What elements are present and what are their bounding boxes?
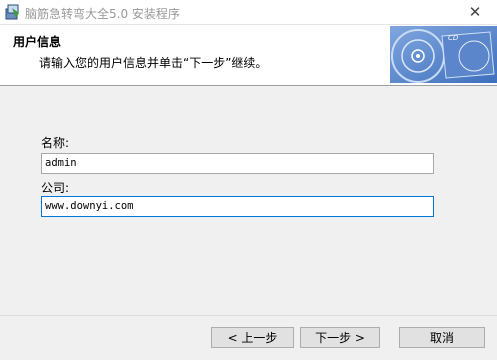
cancel-button[interactable]: 取消 <box>399 327 485 348</box>
title-bar: 脑筋急转弯大全5.0 安装程序 ✕ <box>0 0 497 25</box>
cd-banner-image: CD <box>390 26 497 83</box>
installer-icon <box>5 4 19 20</box>
footer-separator <box>0 315 497 316</box>
window-title: 脑筋急转弯大全5.0 安装程序 <box>25 7 180 21</box>
banner-cd-label: CD <box>448 34 459 42</box>
page-description: 请输入您的用户信息并单击“下一步”继续。 <box>39 56 268 70</box>
company-label: 公司: <box>41 181 70 195</box>
next-button[interactable]: 下一步 > <box>300 327 380 348</box>
close-icon: ✕ <box>468 3 482 21</box>
close-button[interactable]: ✕ <box>453 0 497 24</box>
company-field[interactable]: www.downyi.com <box>41 196 434 217</box>
name-label: 名称: <box>41 136 70 150</box>
back-button[interactable]: < 上一步 <box>211 327 294 348</box>
page-title: 用户信息 <box>13 35 62 49</box>
name-field[interactable]: admin <box>41 153 434 174</box>
wizard-header: 用户信息 请输入您的用户信息并单击“下一步”继续。 CD <box>0 25 497 86</box>
